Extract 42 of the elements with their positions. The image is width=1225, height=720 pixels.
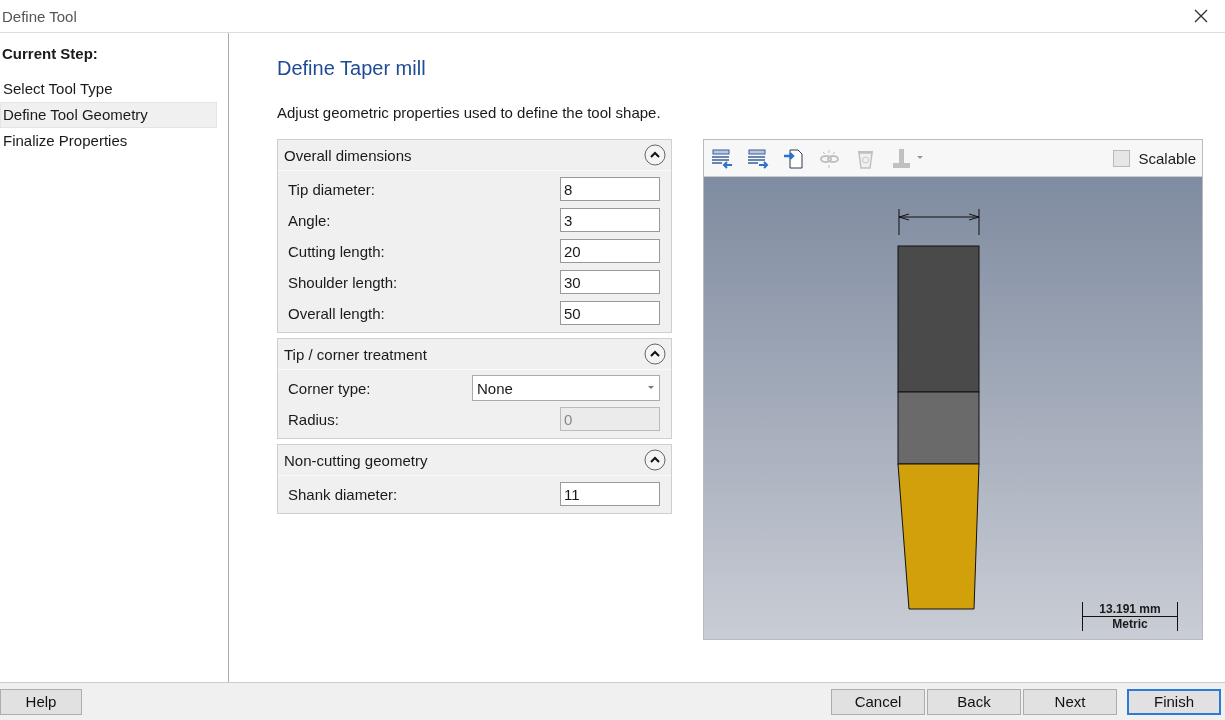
collapse-icon[interactable] xyxy=(644,449,666,471)
checkbox[interactable] xyxy=(1113,149,1131,167)
field-label: Tip diameter: xyxy=(288,180,375,198)
field-label: Cutting length: xyxy=(288,242,385,260)
input-field[interactable]: 3 xyxy=(560,208,660,232)
page-title: Define Taper mill xyxy=(277,57,427,80)
page-description: Adjust geometric properties used to define the tool shape. xyxy=(277,104,662,121)
dialog-button[interactable]: Cancel xyxy=(831,688,925,715)
layers-arrow-icon[interactable] xyxy=(710,146,733,170)
input-field[interactable]: 30 xyxy=(560,270,660,294)
field-label: Corner type: xyxy=(288,379,371,397)
step-item[interactable]: Define Tool Geometry xyxy=(0,102,217,128)
field-label: Radius: xyxy=(288,410,339,428)
checkbox-label: Scalable xyxy=(1138,149,1196,167)
layers-arrow-icon[interactable] xyxy=(746,146,769,170)
dialog-button[interactable]: Back xyxy=(927,688,1021,715)
group-title: Overall dimensions xyxy=(284,146,412,164)
scale-bar: 13.191 mm Metric xyxy=(1082,602,1178,631)
group-title: Non-cutting geometry xyxy=(284,451,428,469)
step-item[interactable]: Select Tool Type xyxy=(0,76,217,102)
input-field[interactable]: 8 xyxy=(560,177,660,201)
dropdown[interactable]: None xyxy=(472,375,660,401)
sidebar-heading: Current Step: xyxy=(1,45,99,62)
collapse-icon[interactable] xyxy=(644,144,666,166)
field-label: Shoulder length: xyxy=(288,273,398,291)
collapse-icon[interactable] xyxy=(644,343,666,365)
document-arrow-icon[interactable] xyxy=(782,146,805,170)
input-field[interactable]: 11 xyxy=(560,482,660,506)
field-label: Overall length: xyxy=(288,304,385,322)
caret-icon[interactable] xyxy=(916,155,924,161)
close-icon[interactable] xyxy=(1193,8,1209,24)
step-item[interactable]: Finalize Properties xyxy=(0,128,217,154)
group-title: Tip / corner treatment xyxy=(284,345,427,363)
dialog-button[interactable]: Next xyxy=(1023,688,1117,715)
caret-icon xyxy=(647,385,655,391)
input-field[interactable]: 50 xyxy=(560,301,660,325)
field-label: Shank diameter: xyxy=(288,485,398,503)
input-field[interactable]: 20 xyxy=(560,239,660,263)
dialog-button[interactable]: Help xyxy=(0,688,82,715)
window-title: Define Tool xyxy=(2,7,77,25)
dialog-button[interactable]: Finish xyxy=(1127,688,1221,715)
field-label: Angle: xyxy=(288,211,331,229)
